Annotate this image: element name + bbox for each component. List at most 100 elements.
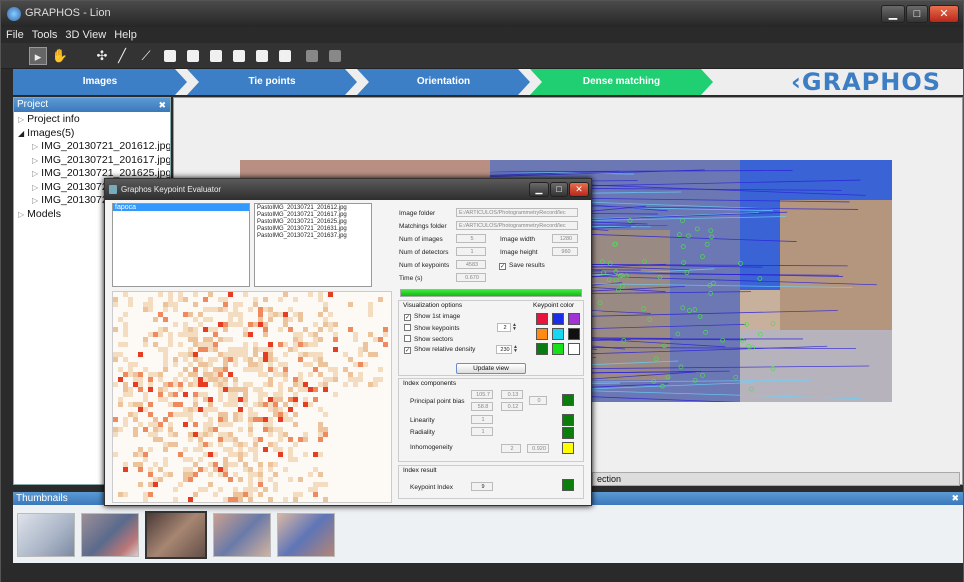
menu-3d-view[interactable]: 3D View <box>60 27 109 41</box>
menu-help[interactable]: Help <box>109 27 140 41</box>
pair-item[interactable]: PastoIMG_20130721_201612.jpg <box>257 205 369 212</box>
color-swatch[interactable] <box>536 313 548 325</box>
step-orientation[interactable]: Orientation <box>357 69 530 95</box>
density-cell <box>318 337 323 342</box>
density-cell <box>343 352 348 357</box>
density-cell <box>228 372 233 377</box>
view-bottom-icon[interactable] <box>279 50 291 62</box>
collapsed-arrow-icon[interactable]: ▷ <box>32 156 38 165</box>
density-cell <box>193 402 198 407</box>
selection-button[interactable]: ection <box>592 472 960 486</box>
density-cell <box>353 332 358 337</box>
color-swatch[interactable] <box>568 313 580 325</box>
num-detectors-field: 1 <box>456 247 486 256</box>
color-swatch[interactable] <box>536 328 548 340</box>
measure-tool-icon[interactable]: ╱ <box>113 47 131 65</box>
view-left-icon[interactable] <box>210 50 222 62</box>
collapsed-arrow-icon[interactable]: ▷ <box>18 115 24 124</box>
maximize-icon[interactable]: □ <box>906 5 928 23</box>
density-cell <box>143 367 148 372</box>
view-iso-icon[interactable] <box>306 50 318 62</box>
step-tie-points[interactable]: Tie points <box>187 69 357 95</box>
color-swatch[interactable] <box>552 343 564 355</box>
color-swatch[interactable] <box>568 328 580 340</box>
tree-item[interactable]: ▷ Project info <box>14 113 170 127</box>
density-cell <box>383 327 388 332</box>
view-front-icon[interactable] <box>164 50 176 62</box>
close-icon[interactable]: ✕ <box>929 5 959 23</box>
color-swatch[interactable] <box>552 328 564 340</box>
view-top-icon[interactable] <box>256 50 268 62</box>
tree-item[interactable]: ▷ IMG_20130721_201612.jpg <box>14 140 170 154</box>
expanded-arrow-icon[interactable]: ◢ <box>18 129 24 138</box>
density-cell <box>253 342 258 347</box>
dialog-close-icon[interactable]: ✕ <box>569 182 589 197</box>
matchings-folder-field[interactable]: E:/ARTICULOS/PhotogrammetryRecord/lec <box>456 221 578 230</box>
dialog-maximize-icon[interactable]: □ <box>550 182 568 197</box>
density-cell <box>183 407 188 412</box>
collapsed-arrow-icon[interactable]: ▷ <box>32 183 38 192</box>
tree-item[interactable]: ▷ IMG_20130721_201617.jpg <box>14 154 170 168</box>
step-dense-matching[interactable]: Dense matching <box>530 69 713 95</box>
collapsed-arrow-icon[interactable]: ▷ <box>32 196 38 205</box>
density-cell <box>263 327 268 332</box>
pair-item[interactable]: PastoIMG_20130721_201625.jpg <box>257 219 369 226</box>
color-swatch[interactable] <box>552 313 564 325</box>
show-sectors-checkbox[interactable]: Show sectors <box>404 335 453 343</box>
color-swatch[interactable] <box>536 343 548 355</box>
point-tool-icon[interactable]: ✣ <box>93 47 111 65</box>
menu-tools[interactable]: Tools <box>27 27 61 41</box>
pair-item[interactable]: PastoIMG_20130721_201631.jpg <box>257 226 369 233</box>
view-iso-alt-icon[interactable] <box>329 50 341 62</box>
menu-file[interactable]: File <box>1 27 27 41</box>
density-cell <box>243 342 248 347</box>
density-cell <box>268 382 273 387</box>
pair-item[interactable]: PastoIMG_20130721_201617.jpg <box>257 212 369 219</box>
pairs-list[interactable]: PastoIMG_20130721_201612.jpg PastoIMG_201… <box>254 203 372 287</box>
density-cell <box>233 322 238 327</box>
image-folder-field[interactable]: E:/ARTICULOS/PhotogrammetryRecord/lec <box>456 208 578 217</box>
density-cell <box>258 357 263 362</box>
density-cell <box>223 462 228 467</box>
thumbnail-5[interactable] <box>277 513 335 557</box>
thumbnail-3[interactable] <box>145 511 207 559</box>
panel-close-icon[interactable]: ✖ <box>158 98 166 112</box>
radiality-label: Radiality <box>410 429 435 436</box>
thumbnail-4[interactable] <box>213 513 271 557</box>
show-density-checkbox[interactable]: ✓ Show relative density <box>404 346 475 354</box>
density-cell <box>223 497 228 502</box>
update-view-button[interactable]: Update view <box>456 363 526 374</box>
thumbnails-close-icon[interactable]: ✖ <box>951 492 959 505</box>
show-first-image-checkbox[interactable]: ✓ Show 1st image <box>404 313 460 321</box>
save-results-checkbox[interactable]: ✓ Save results <box>499 262 545 270</box>
show-keypoints-checkbox[interactable]: Show keypoints <box>404 324 460 332</box>
collapsed-arrow-icon[interactable]: ▷ <box>32 142 38 151</box>
density-cell <box>118 377 123 382</box>
keypoint-size-spinner[interactable]: 2 <box>497 323 511 332</box>
profile-tool-icon[interactable]: ⟋ <box>137 47 155 65</box>
hand-tool-icon[interactable]: ✋ <box>51 47 69 65</box>
spinner-arrows-icon[interactable]: ▲ ▼ <box>512 323 518 332</box>
density-cell <box>138 407 143 412</box>
thumbnail-1[interactable] <box>17 513 75 557</box>
color-swatch[interactable] <box>568 343 580 355</box>
density-spinner[interactable]: 230 <box>496 345 512 354</box>
density-cell <box>213 462 218 467</box>
view-right-icon[interactable] <box>233 50 245 62</box>
minimize-icon[interactable]: ▁ <box>881 5 905 23</box>
view-back-icon[interactable] <box>187 50 199 62</box>
spinner-arrows-icon[interactable]: ▲ ▼ <box>513 345 519 354</box>
density-cell <box>183 392 188 397</box>
pair-item[interactable]: PastoIMG_20130721_201637.jpg <box>257 233 369 240</box>
select-tool-icon[interactable]: ▸ <box>29 47 47 65</box>
density-cell <box>113 327 118 332</box>
density-cell <box>298 342 303 347</box>
thumbnail-2[interactable] <box>81 513 139 557</box>
dialog-minimize-icon[interactable]: ▁ <box>529 182 549 197</box>
collapsed-arrow-icon[interactable]: ▷ <box>18 210 24 219</box>
detector-item[interactable]: fapoca <box>113 204 249 211</box>
collapsed-arrow-icon[interactable]: ▷ <box>32 169 38 178</box>
tree-item[interactable]: ◢ Images(5) <box>14 127 170 141</box>
step-images[interactable]: Images <box>13 69 187 95</box>
detector-list[interactable]: fapoca <box>112 203 250 287</box>
